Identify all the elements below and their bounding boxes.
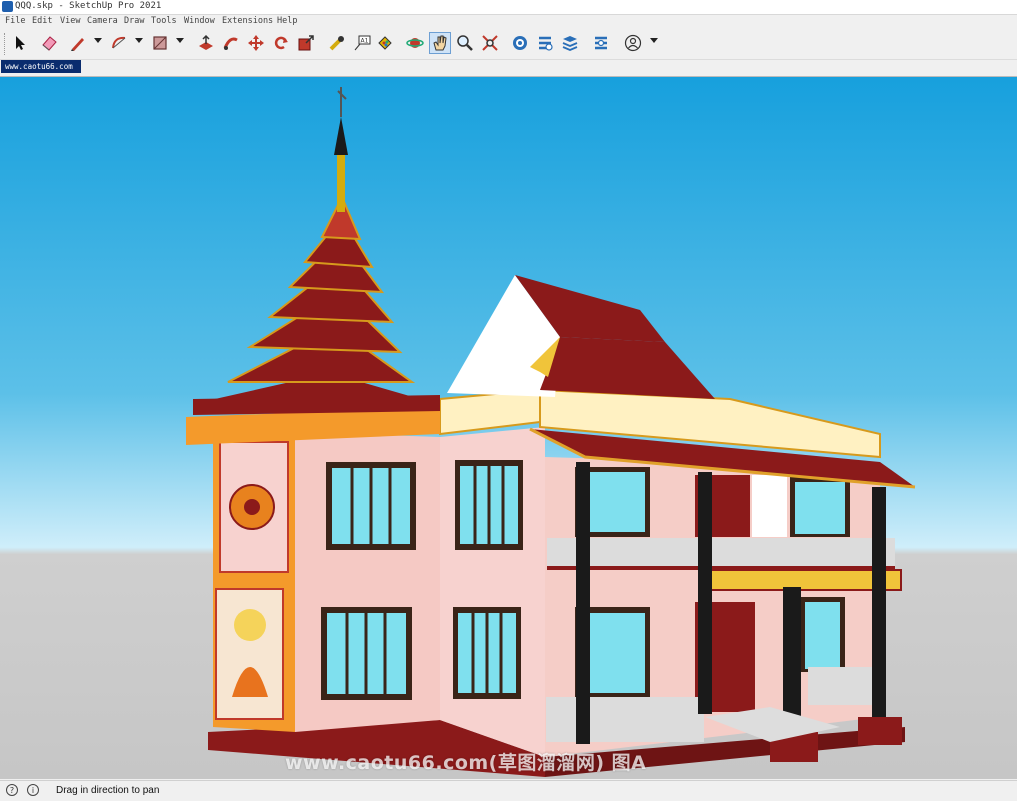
account-dropdown[interactable] (650, 38, 658, 43)
status-bar: ? i Drag in direction to pan (0, 780, 1017, 801)
menu-file[interactable]: File (5, 16, 25, 26)
extension-warehouse-icon (539, 36, 553, 51)
arrow-cursor-icon (16, 36, 25, 50)
magnifier-icon (457, 35, 473, 51)
menu-view[interactable]: View (60, 16, 80, 26)
menu-window[interactable]: Window (184, 16, 215, 26)
move-tool-button[interactable] (245, 32, 267, 54)
rectangle-icon (153, 36, 167, 50)
main-toolbar: A1 (0, 29, 1017, 60)
paint-bucket-icon (378, 36, 392, 50)
eraser-tool-button[interactable] (38, 32, 60, 54)
push-pull-tool-button[interactable] (195, 32, 217, 54)
line-tool-dropdown[interactable] (94, 38, 102, 43)
extension-warehouse-button[interactable] (534, 32, 556, 54)
3d-warehouse-button[interactable] (559, 32, 581, 54)
select-tool-button[interactable] (9, 32, 31, 54)
title-bar: QQQ.skp - SketchUp Pro 2021 (0, 0, 1017, 15)
arc-tool-dropdown[interactable] (135, 38, 143, 43)
orbit-icon (406, 38, 424, 48)
menu-tools[interactable]: Tools (151, 16, 177, 26)
line-tool-button[interactable] (67, 32, 89, 54)
eraser-icon (42, 36, 57, 51)
status-message: Drag in direction to pan (56, 785, 160, 796)
watermark-text: www.caotu66.com(草图溜溜网) 图A (285, 752, 647, 774)
add-location-button[interactable] (509, 32, 531, 54)
info-icon[interactable]: i (27, 784, 39, 796)
rectangle-tool-dropdown[interactable] (176, 38, 184, 43)
pencil-icon (71, 38, 84, 51)
toolbar-grip[interactable] (4, 33, 8, 55)
orbit-tool-button[interactable] (404, 32, 426, 54)
scene-tab[interactable]: www.caotu66.com (1, 60, 81, 73)
layout-send-button[interactable] (590, 32, 612, 54)
scale-icon (298, 35, 314, 51)
arc-tool-button[interactable] (108, 32, 130, 54)
scene-tabs: www.caotu66.com (0, 60, 1017, 74)
zoom-extents-icon (482, 35, 498, 51)
svg-text:A1: A1 (361, 38, 369, 45)
menu-bar: File Edit View Camera Draw Tools Window … (0, 15, 1017, 29)
menu-edit[interactable]: Edit (32, 16, 52, 26)
tape-measure-icon (329, 36, 344, 51)
window-title: QQQ.skp - SketchUp Pro 2021 (15, 1, 162, 11)
menu-help[interactable]: Help (277, 16, 297, 26)
rectangle-tool-button[interactable] (149, 32, 171, 54)
tape-measure-tool-button[interactable] (326, 32, 348, 54)
follow-me-icon (223, 37, 238, 50)
menu-extensions[interactable]: Extensions (222, 16, 273, 26)
3d-warehouse-icon (562, 36, 578, 51)
send-to-layout-icon (595, 36, 607, 50)
rotate-tool-button[interactable] (270, 32, 292, 54)
rotate-icon (274, 36, 288, 50)
text-tool-button[interactable]: A1 (351, 32, 373, 54)
geo-location-icon[interactable]: ? (6, 784, 18, 796)
push-pull-icon (199, 34, 213, 50)
user-account-icon (624, 34, 642, 52)
zoom-tool-button[interactable] (454, 32, 476, 54)
add-location-icon (513, 36, 527, 50)
follow-me-tool-button[interactable] (220, 32, 242, 54)
sketchup-app-icon (2, 1, 13, 12)
scale-tool-button[interactable] (295, 32, 317, 54)
zoom-extents-tool-button[interactable] (479, 32, 501, 54)
model-viewport[interactable]: www.caotu66.com(草图溜溜网) 图A (0, 76, 1017, 779)
menu-camera[interactable]: Camera (87, 16, 118, 26)
menu-draw[interactable]: Draw (124, 16, 144, 26)
arc-icon (112, 36, 126, 49)
move-arrows-icon (248, 35, 264, 51)
pan-tool-button[interactable] (429, 32, 451, 54)
temple-model-render (186, 87, 916, 777)
account-button[interactable] (622, 32, 644, 54)
text-label-icon: A1 (354, 35, 371, 51)
paint-bucket-tool-button[interactable] (374, 32, 396, 54)
hand-pan-icon (433, 35, 447, 51)
